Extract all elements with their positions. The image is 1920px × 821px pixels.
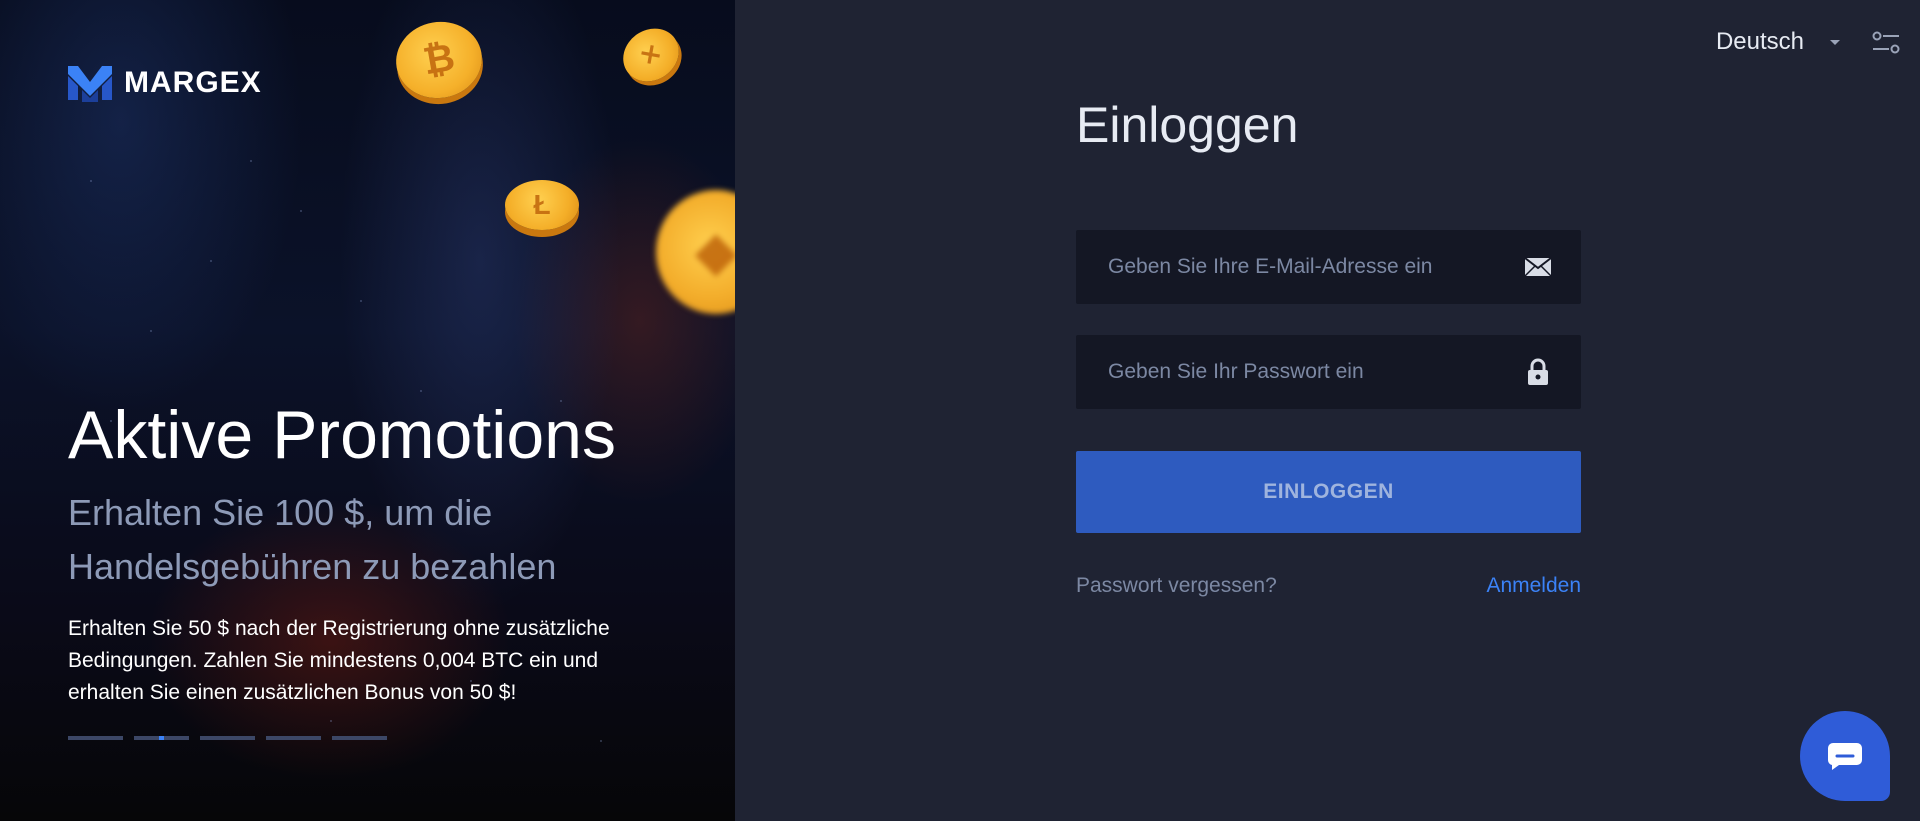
language-label: Deutsch [1715, 28, 1804, 55]
password-field-container [1076, 335, 1581, 409]
page-title: Einloggen [1076, 97, 1299, 153]
carousel-dot[interactable] [68, 736, 123, 740]
chat-icon [1827, 743, 1862, 770]
carousel-dot[interactable] [134, 736, 189, 740]
promo-panel: MARGEX ₿ ✕ Ł ◆ Aktive Promotions Erhalte… [0, 0, 735, 821]
chat-support-button[interactable] [1800, 711, 1890, 801]
carousel-dot[interactable] [332, 736, 387, 740]
login-form: Einloggen EINLOGGE [1076, 96, 1581, 597]
sliders-icon[interactable] [1872, 30, 1900, 56]
login-button[interactable]: EINLOGGEN [1076, 451, 1581, 533]
email-field-container [1076, 230, 1581, 304]
language-selector[interactable]: Deutsch [1716, 28, 1840, 56]
email-input[interactable] [1076, 230, 1523, 304]
brand-logo[interactable]: MARGEX [68, 62, 262, 104]
litecoin-coin-image: Ł [505, 180, 579, 230]
promo-description: Erhalten Sie 50 $ nach der Registrierung… [68, 617, 610, 704]
carousel-dot[interactable] [200, 736, 255, 740]
carousel-dot[interactable] [266, 736, 321, 740]
promo-title: Aktive Promotions [68, 397, 616, 473]
promo-subtitle: Erhalten Sie 100 $, um die Handelsgebühr… [68, 492, 557, 587]
lock-icon [1523, 357, 1553, 387]
margex-logo-icon [68, 66, 112, 102]
envelope-icon [1523, 252, 1553, 282]
register-link[interactable]: Anmelden [1486, 574, 1581, 598]
forgot-password-link[interactable]: Passwort vergessen? [1076, 574, 1277, 598]
chevron-down-icon [1830, 39, 1840, 45]
brand-name: MARGEX [124, 66, 262, 99]
carousel-indicators [68, 736, 387, 740]
login-panel: Deutsch Einloggen Geben Sie Ihre E-Mail-… [735, 0, 1920, 821]
password-input[interactable] [1076, 335, 1523, 409]
